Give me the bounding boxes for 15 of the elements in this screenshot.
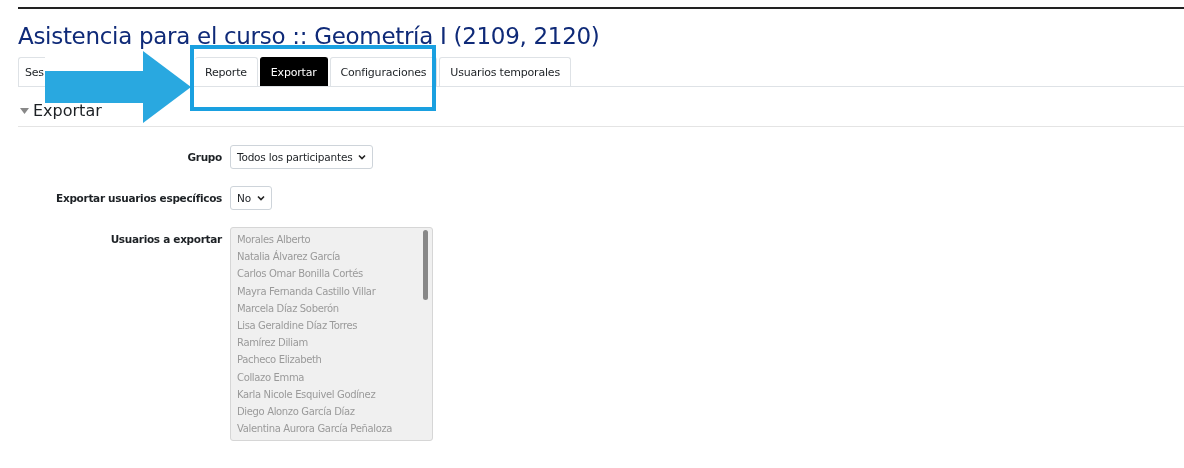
chevron-icon (358, 154, 367, 160)
dropdown[interactable]: Todos los participantes (230, 145, 374, 169)
tab[interactable]: Ses (18, 57, 45, 86)
tab[interactable]: Reporte (195, 57, 258, 86)
tab[interactable]: Usuarios temporales (439, 57, 571, 86)
collapse-icon[interactable] (20, 107, 29, 114)
chevron-icon (256, 195, 265, 201)
page-title: Asistencia para el curso :: Geometría I (2109, 2120) (18, 22, 601, 51)
tab[interactable]: Configuraciones (329, 57, 438, 86)
field-label: Usuarios a exportar (109, 232, 222, 247)
section-title: Exportar (33, 101, 102, 120)
dropdown[interactable]: No (230, 186, 272, 210)
tab[interactable]: Exportar (259, 57, 328, 86)
field-label: Exportar usuarios específicos (55, 191, 222, 206)
field-label: Grupo (186, 150, 222, 165)
